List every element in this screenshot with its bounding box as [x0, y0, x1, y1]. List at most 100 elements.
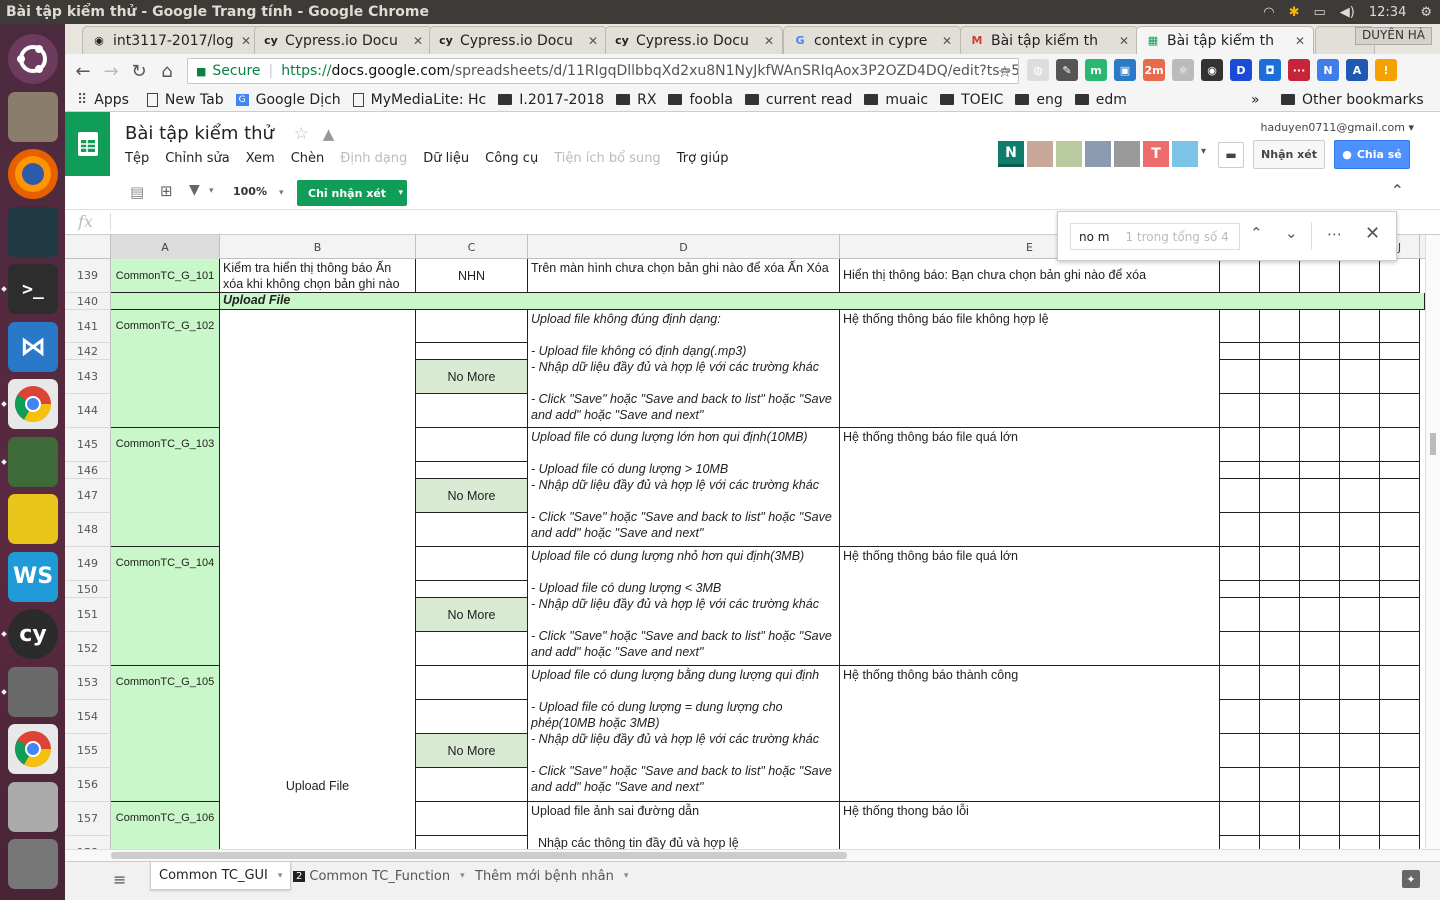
cell-c141[interactable] — [416, 310, 528, 343]
grid-cell[interactable] — [1220, 343, 1260, 360]
grid-cell[interactable] — [1220, 547, 1260, 581]
launcher-gitkraken-icon[interactable] — [8, 206, 58, 257]
cell-d149[interactable]: Upload file có dung lượng nhỏ hơn qui đị… — [528, 547, 840, 666]
grid-cell[interactable] — [1220, 428, 1260, 462]
chevron-down-icon[interactable]: ▾ — [279, 188, 284, 198]
grid-cell[interactable] — [1260, 360, 1300, 394]
grid-cell[interactable] — [1260, 700, 1300, 734]
grid-cell[interactable] — [1380, 768, 1420, 802]
launcher-trash-icon[interactable] — [8, 839, 58, 889]
row-header[interactable]: 158 — [65, 836, 111, 849]
cell-c155[interactable]: No More — [416, 734, 528, 768]
grid-cell[interactable] — [1220, 632, 1260, 666]
grid-cell[interactable] — [1380, 802, 1420, 836]
row-header[interactable]: 148 — [65, 513, 111, 547]
clock[interactable]: 12:34 — [1369, 5, 1406, 20]
grid-cell[interactable] — [1300, 581, 1340, 598]
avatar[interactable] — [1085, 141, 1111, 167]
grid-cell[interactable] — [1220, 666, 1260, 700]
grid-cell[interactable] — [1260, 310, 1300, 343]
chevron-down-icon[interactable]: ▾ — [1201, 146, 1206, 157]
grid-cell[interactable] — [1340, 428, 1380, 462]
grid-cell[interactable] — [1220, 802, 1260, 836]
bookmark-new-tab[interactable]: New Tab — [146, 92, 224, 108]
grid-cell[interactable] — [1340, 513, 1380, 547]
grid-cell[interactable] — [1380, 462, 1420, 479]
find-input[interactable]: no m 1 trong tổng số 4 — [1070, 223, 1240, 250]
grid-cell[interactable] — [1380, 598, 1420, 632]
cell-a157[interactable]: CommonTC_G_106 — [111, 802, 220, 849]
cell-c143[interactable]: No More — [416, 360, 528, 394]
evernote-icon[interactable]: ✎ — [1056, 59, 1078, 81]
browser-tab[interactable]: cy Cypress.io Docu ✕ — [429, 26, 607, 54]
grid-cell[interactable] — [1340, 768, 1380, 802]
home-icon[interactable]: ⌂ — [153, 57, 181, 85]
comment-history-icon[interactable]: ▬ — [1218, 142, 1244, 168]
wifi-icon[interactable]: ◠ — [1263, 5, 1274, 20]
grid-cell[interactable] — [1300, 360, 1340, 394]
filter-icon[interactable]: ▼ — [189, 182, 200, 198]
grid-cell[interactable] — [1260, 462, 1300, 479]
cell-a145[interactable]: CommonTC_G_103 — [111, 428, 220, 547]
grid-cell[interactable] — [1380, 666, 1420, 700]
dashlane-icon[interactable]: D — [1230, 59, 1252, 81]
grid-cell[interactable] — [1380, 310, 1420, 343]
timer-icon[interactable]: 2m — [1143, 59, 1165, 81]
grid-cell[interactable] — [1340, 836, 1380, 849]
grid-cell[interactable] — [1300, 666, 1340, 700]
collapse-icon[interactable]: ⌃ — [1391, 181, 1404, 200]
row-header[interactable]: 150 — [65, 581, 111, 598]
cell-a149[interactable]: CommonTC_G_104 — [111, 547, 220, 666]
grid-cell[interactable] — [1220, 259, 1260, 293]
document-title-text[interactable]: Bài tập kiểm thử — [125, 123, 274, 144]
print-icon[interactable]: ▤ — [130, 183, 144, 201]
chevron-down-icon[interactable]: ▾ — [624, 871, 629, 881]
profile-button[interactable]: DUYÊN HÀ — [1355, 27, 1432, 45]
row-header[interactable]: 145 — [65, 428, 111, 462]
grid-cell[interactable] — [1300, 768, 1340, 802]
browser-tab[interactable]: cy Cypress.io Docu ✕ — [605, 26, 783, 54]
grid-cell[interactable] — [1260, 632, 1300, 666]
menu-7[interactable]: Tiện ích bổ sung — [554, 151, 661, 166]
all-sheets-menu-icon[interactable]: ≡ — [113, 870, 126, 889]
other-bookmarks[interactable]: Other bookmarks — [1281, 92, 1424, 108]
grid-cell[interactable] — [1340, 360, 1380, 394]
grid-cell[interactable] — [1300, 836, 1340, 849]
row-header[interactable]: 143 — [65, 360, 111, 394]
grid-cell[interactable] — [1340, 547, 1380, 581]
grid-cell[interactable] — [1300, 598, 1340, 632]
pocket-icon[interactable]: ◘ — [1259, 59, 1281, 81]
grid-cell[interactable] — [1380, 394, 1420, 428]
menu-5[interactable]: Dữ liệu — [423, 151, 469, 166]
screenshot-icon[interactable]: ▣ — [1114, 59, 1136, 81]
launcher-webstorm-icon[interactable]: WS — [8, 551, 58, 602]
grid-cell[interactable] — [1220, 513, 1260, 547]
column-header[interactable]: B — [220, 235, 416, 259]
close-icon[interactable]: ✕ — [1119, 34, 1129, 48]
sheet-tab[interactable]: Thêm mới bệnh nhân ▾ — [467, 862, 636, 890]
grid-cell[interactable] — [1340, 462, 1380, 479]
grid-cell[interactable] — [1340, 700, 1380, 734]
grid-cell[interactable] — [1340, 666, 1380, 700]
grid-cell[interactable] — [1260, 802, 1300, 836]
share-button[interactable]: ● Chia sẻ — [1334, 140, 1410, 169]
row-header[interactable]: 144 — [65, 394, 111, 428]
grid-cell[interactable] — [1380, 700, 1420, 734]
avatar[interactable] — [1114, 141, 1140, 167]
row-header[interactable]: 140 — [65, 293, 111, 310]
launcher-vscode-icon[interactable]: ⋈ — [8, 321, 58, 372]
scroll-thumb[interactable] — [1430, 433, 1436, 455]
launcher-terminal-icon[interactable]: >_ — [8, 264, 58, 314]
cell-c145[interactable] — [416, 428, 528, 462]
battery-icon[interactable]: ▭ — [1314, 5, 1326, 20]
row-header[interactable]: 153 — [65, 666, 111, 700]
browser-tab[interactable]: cy Cypress.io Docu ✕ — [254, 26, 432, 54]
close-icon[interactable]: ✕ — [413, 34, 423, 48]
cell-c157[interactable] — [416, 802, 528, 836]
cell-c144[interactable] — [416, 394, 528, 428]
grid-cell[interactable] — [1260, 836, 1300, 849]
mindmap-icon[interactable]: m — [1085, 59, 1107, 81]
bookmark-edm[interactable]: edm — [1074, 92, 1127, 108]
forward-icon[interactable]: → — [97, 57, 125, 85]
bookmark-rx[interactable]: RX — [616, 92, 656, 108]
